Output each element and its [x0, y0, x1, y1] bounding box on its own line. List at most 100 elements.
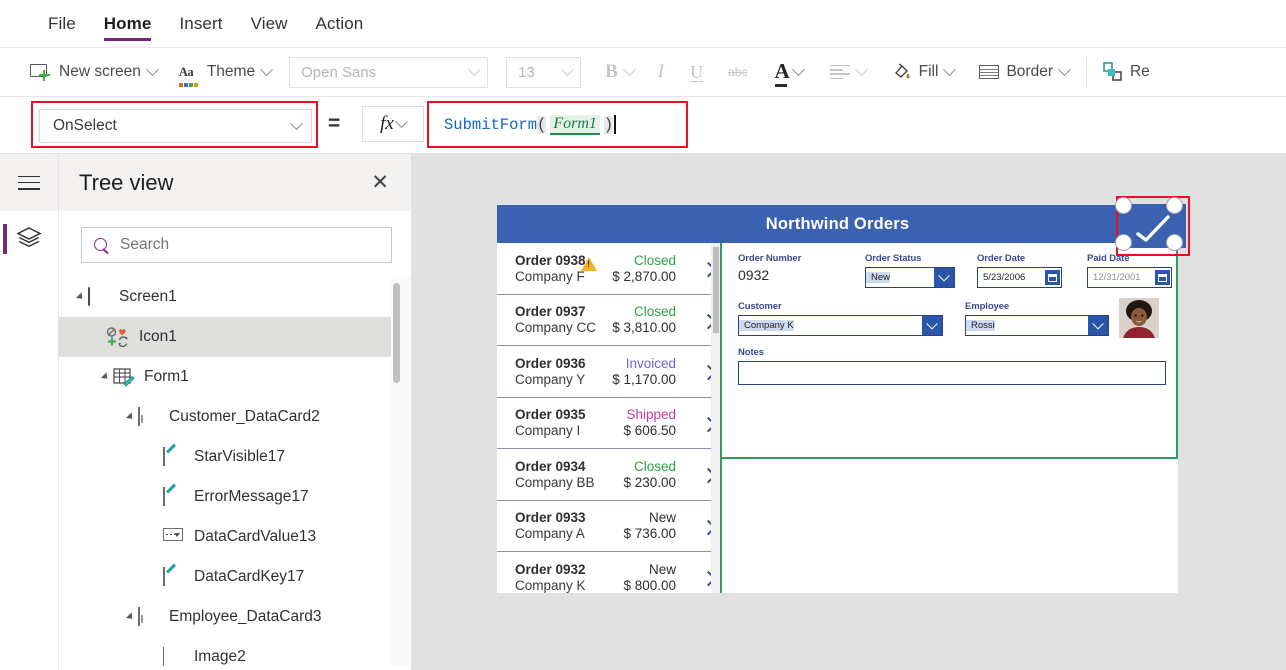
- hamburger-menu-icon[interactable]: [18, 175, 40, 190]
- menu-item-file[interactable]: File: [34, 0, 90, 48]
- theme-label: Theme: [206, 63, 256, 80]
- tree-item-errormessage17[interactable]: ErrorMessage17: [59, 477, 411, 517]
- resize-handle-top-left[interactable]: [1115, 197, 1132, 214]
- property-select[interactable]: OnSelect: [39, 109, 312, 143]
- tree-item-customer-datacard2[interactable]: Customer_DataCard2: [59, 397, 411, 437]
- gallery-row[interactable]: Order 0936 Invoiced Company Y $ 1,170.00: [497, 346, 720, 398]
- gallery-row[interactable]: Order 0935 Shipped Company I $ 606.50: [497, 398, 720, 449]
- app-preview-frame: Northwind Orders Order 0938 Closed Compa…: [497, 205, 1178, 593]
- tree-item-screen1[interactable]: Screen1: [59, 277, 411, 317]
- calendar-icon[interactable]: [1155, 270, 1170, 285]
- order-amount: $ 230.00: [623, 474, 676, 490]
- reorder-label: Re: [1129, 63, 1150, 80]
- data-card-icon: [138, 406, 160, 427]
- order-status-value: New: [866, 272, 891, 283]
- customer-label: Customer: [738, 301, 782, 312]
- menu-item-action[interactable]: Action: [302, 0, 378, 48]
- tree-scrollbar-thumb[interactable]: [393, 283, 400, 383]
- customer-dropdown[interactable]: Company K: [738, 315, 943, 336]
- tree-item-label: Icon1: [139, 328, 177, 345]
- resize-handle-top-right[interactable]: [1166, 197, 1183, 214]
- employee-dropdown[interactable]: Rossi: [965, 315, 1109, 336]
- ribbon-toolbar: New screen Aa Theme Open Sans 13 B I U a…: [0, 48, 1286, 97]
- tree-scrollbar-track[interactable]: [391, 277, 411, 667]
- order-company: Company BB: [515, 474, 595, 490]
- gallery-row[interactable]: Order 0938 Closed Company F $ 2,870.00: [497, 243, 720, 295]
- menu-item-insert[interactable]: Insert: [165, 0, 236, 48]
- align-icon: [829, 64, 850, 80]
- menu-item-home[interactable]: Home: [90, 0, 166, 48]
- search-input[interactable]: [120, 236, 340, 254]
- chevron-down-icon: [468, 62, 481, 76]
- theme-icon: Aa: [178, 63, 199, 87]
- expand-arrow-icon[interactable]: [98, 372, 113, 382]
- tree-item-employee-datacard3[interactable]: Employee_DataCard3: [59, 597, 411, 637]
- order-date-input[interactable]: 5/23/2006: [977, 267, 1062, 288]
- italic-button[interactable]: I: [654, 48, 668, 97]
- ribbon-divider: [1085, 57, 1087, 87]
- tree-item-form1[interactable]: Form1: [59, 357, 411, 397]
- dropdown-control-icon: [163, 527, 185, 547]
- strikethrough-button[interactable]: abc: [728, 48, 747, 97]
- align-button[interactable]: [829, 48, 868, 97]
- gallery-scrollbar-thumb[interactable]: [713, 247, 719, 333]
- chevron-down-icon[interactable]: [922, 316, 942, 335]
- gallery-scrollbar-track[interactable]: [711, 243, 720, 593]
- chevron-down-icon[interactable]: [934, 268, 954, 287]
- bold-button[interactable]: B: [605, 48, 636, 97]
- left-rail: [0, 154, 59, 670]
- close-icon[interactable]: ✕: [371, 172, 389, 193]
- gallery-row[interactable]: Order 0934 Closed Company BB $ 230.00: [497, 449, 720, 501]
- notes-input[interactable]: [738, 361, 1166, 385]
- tree-item-datacardvalue13[interactable]: DataCardValue13: [59, 517, 411, 557]
- chevron-down-icon: [561, 62, 574, 76]
- reorder-button[interactable]: Re: [1103, 48, 1150, 97]
- menu-item-view[interactable]: View: [237, 0, 302, 48]
- new-screen-button[interactable]: New screen: [30, 48, 159, 97]
- fx-button[interactable]: fx: [362, 106, 424, 142]
- theme-button[interactable]: Aa Theme: [178, 48, 273, 97]
- gallery-row[interactable]: Order 0933 New Company A $ 736.00: [497, 501, 720, 552]
- fill-button[interactable]: Fill: [892, 48, 957, 97]
- expand-arrow-icon[interactable]: [73, 292, 88, 302]
- rail-item-tree-view[interactable]: [0, 211, 58, 267]
- tree-item-datacardkey17[interactable]: DataCardKey17: [59, 557, 411, 597]
- tree-item-icon1[interactable]: Icon1: [59, 317, 411, 357]
- tree-item-starvisible17[interactable]: StarVisible17: [59, 437, 411, 477]
- gallery-row[interactable]: Order 0932 New Company K $ 800.00: [497, 552, 720, 593]
- chevron-down-icon: [943, 62, 957, 76]
- new-screen-icon: [30, 63, 50, 81]
- order-number-label: Order Number: [738, 253, 802, 264]
- font-size-select[interactable]: 13: [506, 56, 582, 88]
- tree-item-label: Form1: [144, 368, 189, 385]
- formula-function-token: SubmitForm: [444, 115, 538, 134]
- order-date-field: Order Date 5/23/2006: [977, 253, 1062, 288]
- order-status: New: [648, 510, 676, 526]
- formula-input[interactable]: SubmitForm(Form1): [433, 107, 682, 142]
- order-status-dropdown[interactable]: New: [865, 267, 955, 288]
- search-box[interactable]: [81, 227, 392, 263]
- app-body: Order 0938 Closed Company F $ 2,870.00 !…: [497, 243, 1178, 593]
- font-name-select[interactable]: Open Sans: [289, 56, 489, 88]
- gallery-row[interactable]: Order 0937 Closed Company CC $ 3,810.00: [497, 295, 720, 346]
- tree-search-area: [59, 211, 411, 277]
- resize-handle-bottom-right[interactable]: [1166, 234, 1183, 251]
- paid-date-input[interactable]: 12/31/2001: [1087, 267, 1172, 288]
- expand-arrow-icon[interactable]: [123, 612, 138, 622]
- order-company: Company A: [515, 526, 585, 542]
- order-date-value: 5/23/2006: [983, 272, 1026, 283]
- font-color-button[interactable]: A: [774, 48, 805, 97]
- border-button[interactable]: Border: [979, 48, 1071, 97]
- order-status-field: Order Status New: [865, 253, 955, 288]
- new-screen-label: New screen: [59, 63, 141, 80]
- tree-item-list: Screen1 Icon1 Form1 Customer_DataCard2 S…: [59, 277, 411, 667]
- resize-handle-bottom-left[interactable]: [1115, 234, 1132, 251]
- tree-item-label: Screen1: [119, 288, 177, 305]
- app-header-title: Northwind Orders: [765, 214, 910, 233]
- formula-open-paren-token: (: [537, 115, 547, 134]
- chevron-down-icon[interactable]: [1088, 316, 1108, 335]
- calendar-icon[interactable]: [1045, 270, 1060, 285]
- expand-arrow-icon[interactable]: [123, 412, 138, 422]
- underline-button[interactable]: U: [690, 48, 704, 97]
- tree-item-image2[interactable]: Image2: [59, 637, 411, 667]
